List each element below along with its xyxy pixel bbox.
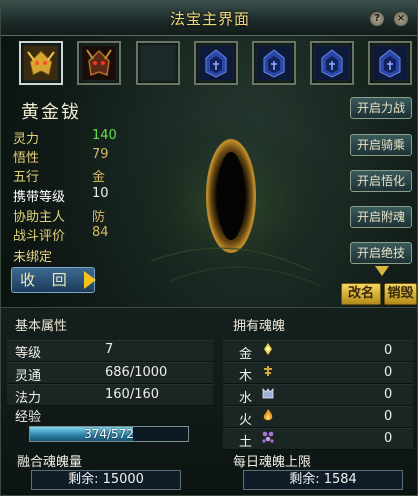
exp-progress-text: 374/572 <box>84 427 134 441</box>
stat-value-five-elements: 金 <box>92 170 106 185</box>
soul-value-water: 0 <box>384 387 393 402</box>
basic-value-mana: 160/160 <box>105 387 160 402</box>
stat-label-assist-master: 协助主人 <box>13 210 66 225</box>
basic-label-exp: 经验 <box>15 410 42 425</box>
wood-soul-icon <box>264 366 272 376</box>
locked-slot-icon <box>199 46 233 80</box>
stat-value-wuxing: 79 <box>92 147 109 162</box>
stat-value-lingli: 140 <box>92 128 117 143</box>
recall-button[interactable]: 收 回 <box>11 267 96 293</box>
fusion-souls-title: 融合魂魄量 <box>17 455 83 470</box>
help-button[interactable]: ? <box>370 12 384 26</box>
stat-value-battle-rating: 84 <box>92 225 109 240</box>
arrow-right-icon <box>84 271 96 289</box>
slot-empty[interactable] <box>136 41 180 85</box>
daily-soul-limit-title: 每日魂魄上限 <box>233 455 312 470</box>
soul-value-fire: 0 <box>384 409 393 424</box>
locked-slot-icon <box>315 46 349 80</box>
soul-label-metal: 金 <box>239 347 253 362</box>
close-button[interactable]: × <box>394 12 408 26</box>
fusion-remaining: 剩余: 15000 <box>31 470 181 490</box>
soul-label-wood: 木 <box>239 369 253 384</box>
recall-label: 收 回 <box>20 271 73 289</box>
soul-label-earth: 土 <box>239 435 253 450</box>
stat-label-carry-level: 携带等级 <box>13 190 66 205</box>
locked-slot-icon <box>257 46 291 80</box>
enable-mount-button[interactable]: 开启骑乘 <box>350 134 412 156</box>
slot-locked-2[interactable] <box>252 41 296 85</box>
fire-soul-icon <box>263 409 273 421</box>
golden-dragon-helm-icon <box>24 46 58 80</box>
locked-slot-icon <box>373 46 407 80</box>
rename-button[interactable]: 改名 <box>341 283 381 305</box>
basic-label-lingtong: 灵通 <box>15 369 42 384</box>
stat-label-battle-rating: 战斗评价 <box>13 229 66 244</box>
enable-ultimate-button[interactable]: 开启绝技 <box>350 242 412 264</box>
enable-soul-attach-button[interactable]: 开启附魂 <box>350 206 412 228</box>
soul-value-earth: 0 <box>384 431 393 446</box>
stat-label-lingli: 灵力 <box>13 132 40 147</box>
soul-value-wood: 0 <box>384 365 393 380</box>
exp-progress-bar: 374/572 <box>29 426 189 442</box>
basic-label-level: 等级 <box>15 346 42 361</box>
stat-value-carry-level: 10 <box>92 186 109 201</box>
water-soul-icon <box>262 388 274 399</box>
slot-golden-dragon-helm[interactable] <box>19 41 63 85</box>
earth-soul-icon <box>262 431 274 443</box>
basic-label-mana: 法力 <box>15 391 42 406</box>
basic-value-level: 7 <box>105 342 114 357</box>
slot-locked-4[interactable] <box>368 41 412 85</box>
soul-label-water: 水 <box>239 391 253 406</box>
enable-battle-button[interactable]: 开启力战 <box>350 97 412 119</box>
soul-label-fire: 火 <box>239 413 253 428</box>
metal-soul-icon <box>264 343 272 355</box>
fabao-slot-row <box>1 41 417 91</box>
slot-locked-1[interactable] <box>194 41 238 85</box>
scroll-down-icon[interactable] <box>375 266 389 276</box>
basic-attributes-title: 基本属性 <box>15 319 68 334</box>
daily-soul-remaining: 剩余: 1584 <box>243 470 403 490</box>
basic-value-lingtong: 686/1000 <box>105 365 168 380</box>
stat-value-assist-master: 防 <box>92 210 106 225</box>
title-bar: 法宝主界面 ? × <box>1 1 417 36</box>
fabao-main-window: 法宝主界面 ? × 黄金钹 灵力 140 悟性 79 五行 金 携带等级 10 … <box>0 0 418 496</box>
stat-label-five-elements: 五行 <box>13 170 40 185</box>
owned-souls-title: 拥有魂魄 <box>233 319 286 334</box>
item-name: 黄金钹 <box>21 102 81 123</box>
red-demon-helm-icon <box>82 46 116 80</box>
slot-red-demon-helm[interactable] <box>77 41 121 85</box>
slot-locked-3[interactable] <box>310 41 354 85</box>
golden-cymbal-artwork <box>121 116 341 296</box>
window-title: 法宝主界面 <box>169 10 250 28</box>
soul-value-metal: 0 <box>384 343 393 358</box>
bind-status: 未绑定 <box>13 250 53 265</box>
stat-label-wuxing: 悟性 <box>13 151 40 166</box>
enable-enlighten-button[interactable]: 开启悟化 <box>350 170 412 192</box>
destroy-button[interactable]: 销毁 <box>384 283 417 305</box>
